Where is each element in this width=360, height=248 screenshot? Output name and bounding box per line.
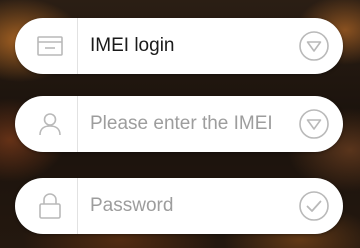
login-type-selector[interactable]: IMEI login	[15, 18, 343, 74]
dropdown-triangle-icon[interactable]	[285, 18, 343, 74]
password-input-placeholder[interactable]: Password	[78, 195, 285, 217]
lock-icon	[23, 178, 77, 234]
check-circle-icon[interactable]	[285, 178, 343, 234]
password-field[interactable]: Password	[15, 178, 343, 234]
imei-field[interactable]: Please enter the IMEI	[15, 96, 343, 152]
dropdown-triangle-icon[interactable]	[285, 96, 343, 152]
user-icon	[23, 96, 77, 152]
imei-input-placeholder[interactable]: Please enter the IMEI	[78, 113, 285, 135]
login-type-label: IMEI login	[90, 35, 175, 56]
monitor-icon	[23, 18, 77, 74]
